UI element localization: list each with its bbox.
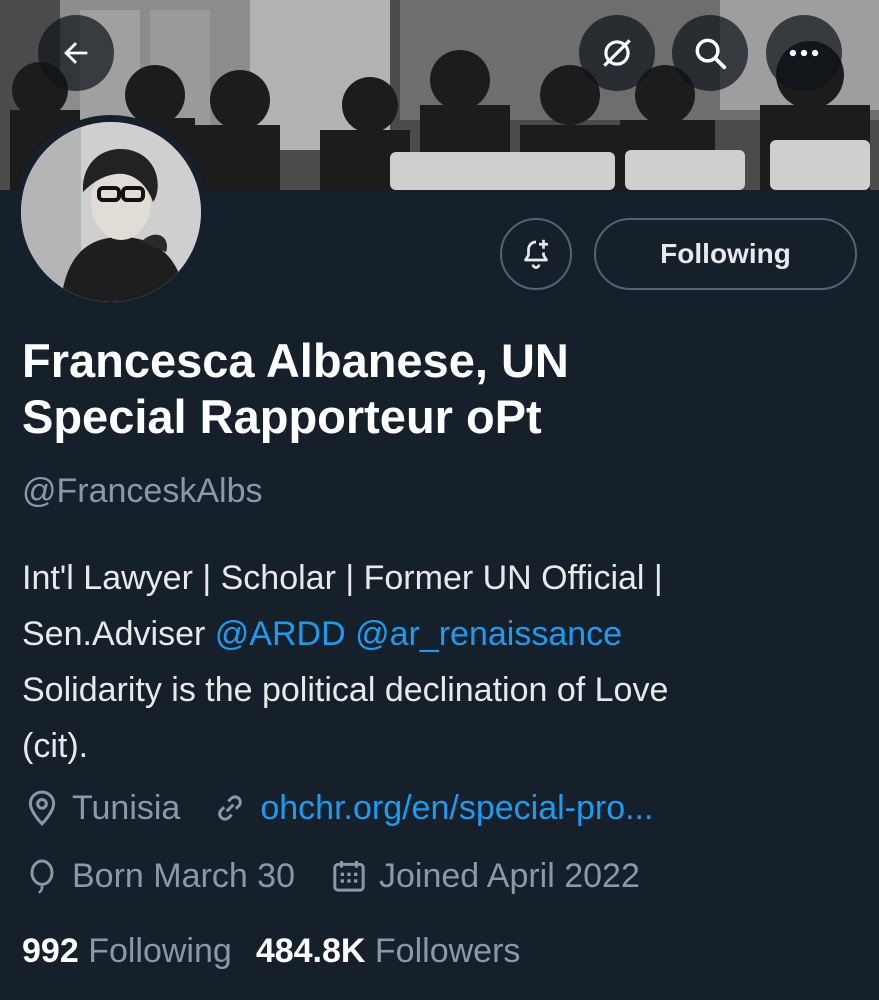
- joined-text: Joined April 2022: [379, 856, 640, 895]
- website[interactable]: ohchr.org/en/special-pro...: [210, 788, 653, 828]
- followers-stat[interactable]: 484.8K Followers: [256, 932, 521, 971]
- more-button[interactable]: [766, 15, 842, 91]
- calendar-icon: [333, 861, 365, 892]
- profile-meta-row-1: Tunisia ohchr.org/en/special-pro...: [22, 788, 653, 828]
- back-button[interactable]: [38, 15, 114, 91]
- bio-line1: Int'l Lawyer | Scholar | Former UN Offic…: [22, 559, 663, 597]
- location-pin-icon: [28, 790, 56, 826]
- location: Tunisia: [22, 788, 180, 828]
- bell-plus-icon: [524, 239, 548, 269]
- birthday-text: Born March 30: [72, 856, 295, 895]
- display-name-line2: Special Rapporteur oPt: [22, 390, 542, 443]
- mention-ardd[interactable]: @ARDD: [215, 615, 346, 653]
- joined-date: Joined April 2022: [329, 856, 640, 896]
- user-handle: @FranceskAlbs: [22, 472, 263, 510]
- avatar[interactable]: [21, 122, 201, 302]
- mention-ar-renaissance[interactable]: @ar_renaissance: [355, 615, 622, 653]
- search-icon: [695, 38, 727, 70]
- notifications-button[interactable]: [500, 218, 572, 290]
- avatar-photo: [21, 122, 201, 302]
- following-label: Following: [88, 932, 232, 970]
- profile-meta-row-2: Born March 30 Joined April 2022: [22, 856, 640, 896]
- bio: Int'l Lawyer | Scholar | Former UN Offic…: [22, 550, 862, 774]
- avatar-container[interactable]: [14, 115, 208, 309]
- following-button[interactable]: Following: [594, 218, 857, 290]
- follow-stats: 992 Following 484.8K Followers: [22, 932, 520, 971]
- bio-line4: (cit).: [22, 727, 89, 765]
- bio-line2-text: Sen.Adviser: [22, 615, 215, 653]
- following-stat[interactable]: 992 Following: [22, 932, 232, 971]
- grok-button[interactable]: [579, 15, 655, 91]
- search-button[interactable]: [672, 15, 748, 91]
- followers-label: Followers: [374, 932, 521, 970]
- followers-count: 484.8K: [255, 932, 366, 970]
- website-link[interactable]: ohchr.org/en/special-pro...: [260, 789, 653, 828]
- birthday: Born March 30: [22, 856, 295, 896]
- more-icon: [789, 49, 819, 57]
- display-name-line1: Francesca Albanese, UN: [22, 334, 569, 387]
- following-count: 992: [22, 932, 79, 970]
- arrow-left-icon: [64, 42, 88, 64]
- grok-icon: [603, 39, 631, 67]
- bio-line3: Solidarity is the political declination …: [22, 671, 669, 709]
- display-name: Francesca Albanese, UN Special Rapporteu…: [22, 333, 862, 445]
- bio-line2: Sen.Adviser @ARDD @ar_renaissance: [22, 606, 862, 662]
- balloon-icon: [30, 859, 54, 894]
- location-text: Tunisia: [72, 788, 181, 827]
- link-icon: [218, 795, 243, 821]
